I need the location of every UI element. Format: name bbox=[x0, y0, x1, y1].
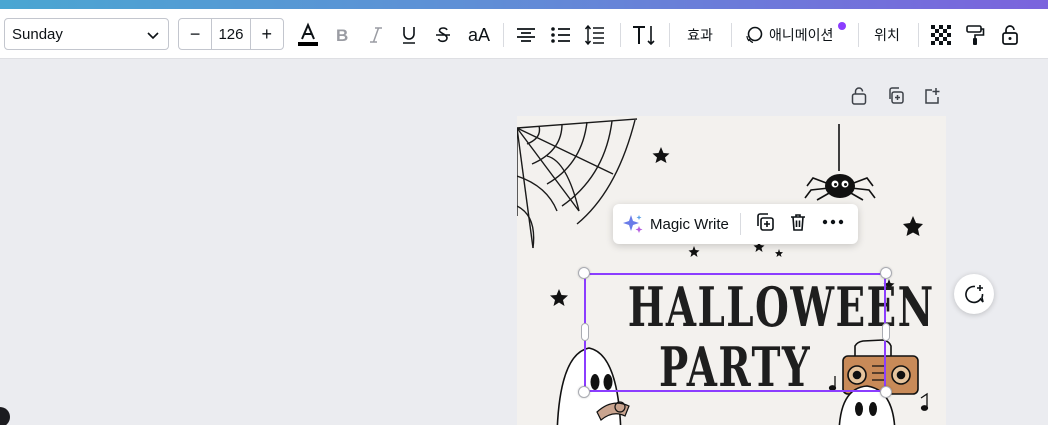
bulleted-list-button[interactable] bbox=[549, 22, 573, 48]
user-avatar-partial[interactable] bbox=[0, 407, 10, 425]
text-toolbar: Sunday − 126 + B aA 효과 애니메이션 위치 bbox=[0, 9, 1048, 59]
resize-handle-bottom-left[interactable] bbox=[578, 386, 590, 398]
font-size-stepper: − 126 + bbox=[178, 18, 284, 50]
copy-style-button[interactable] bbox=[963, 22, 987, 48]
sparkle-icon bbox=[623, 215, 643, 233]
unlock-icon bbox=[851, 87, 867, 105]
duplicate-page-button[interactable] bbox=[887, 86, 905, 111]
align-center-button[interactable] bbox=[514, 22, 538, 48]
text-color-icon bbox=[298, 22, 318, 46]
vertical-text-button[interactable] bbox=[630, 22, 658, 48]
underline-button[interactable] bbox=[399, 22, 419, 48]
resize-handle-top-right[interactable] bbox=[880, 267, 892, 279]
resize-handle-left[interactable] bbox=[581, 323, 589, 341]
page-lock-button[interactable] bbox=[850, 86, 868, 111]
add-page-icon bbox=[925, 88, 940, 104]
italic-button[interactable] bbox=[366, 22, 386, 48]
bullet-list-icon bbox=[551, 27, 570, 43]
resize-handle-bottom-right[interactable] bbox=[880, 386, 892, 398]
popup-divider bbox=[739, 213, 741, 235]
comment-add-icon bbox=[965, 285, 984, 304]
font-size-input[interactable]: 126 bbox=[211, 19, 251, 49]
svg-text:B: B bbox=[336, 26, 348, 44]
duplicate-icon bbox=[889, 87, 904, 104]
animate-button[interactable]: 애니메이션 bbox=[744, 22, 846, 48]
unlock-icon bbox=[1002, 25, 1018, 45]
duplicate-icon bbox=[757, 212, 774, 231]
text-direction-icon bbox=[633, 26, 655, 46]
toolbar-divider bbox=[503, 23, 504, 47]
chevron-down-icon bbox=[147, 32, 159, 40]
position-button[interactable]: 위치 bbox=[869, 22, 905, 48]
font-family-dropdown[interactable]: Sunday bbox=[4, 18, 169, 50]
spacing-button[interactable] bbox=[583, 22, 607, 48]
more-horizontal-icon bbox=[822, 219, 844, 224]
delete-button[interactable] bbox=[788, 212, 808, 237]
bold-icon: B bbox=[336, 26, 348, 44]
text-selection-box[interactable] bbox=[584, 273, 886, 392]
duplicate-button[interactable] bbox=[755, 212, 775, 237]
element-context-popup: Magic Write bbox=[613, 204, 858, 244]
strikethrough-icon bbox=[436, 27, 450, 43]
magic-write-label: Magic Write bbox=[650, 215, 729, 233]
trash-icon bbox=[790, 213, 805, 231]
toolbar-divider bbox=[731, 23, 732, 47]
letter-case-button[interactable]: aA bbox=[465, 22, 493, 48]
toolbar-divider bbox=[669, 23, 670, 47]
align-center-icon bbox=[517, 28, 535, 42]
font-family-value: Sunday bbox=[12, 25, 63, 43]
decrease-font-size-button[interactable]: − bbox=[179, 19, 211, 49]
add-page-button[interactable] bbox=[923, 86, 941, 111]
line-spacing-icon bbox=[584, 24, 604, 46]
toolbar-divider bbox=[858, 23, 859, 47]
effects-button[interactable]: 효과 bbox=[682, 22, 718, 48]
magic-write-button[interactable]: Magic Write bbox=[613, 213, 729, 235]
animate-icon bbox=[746, 26, 763, 44]
lock-button[interactable] bbox=[998, 22, 1022, 48]
toolbar-divider bbox=[620, 23, 621, 47]
add-comment-button[interactable] bbox=[954, 274, 994, 314]
text-color-button[interactable] bbox=[296, 22, 320, 48]
paint-roller-icon bbox=[966, 25, 985, 45]
toolbar-divider bbox=[918, 23, 919, 47]
underline-icon bbox=[403, 27, 415, 44]
italic-icon bbox=[370, 27, 382, 43]
strikethrough-button[interactable] bbox=[433, 22, 453, 48]
transparency-icon bbox=[931, 25, 951, 45]
transparency-button[interactable] bbox=[929, 22, 953, 48]
increase-font-size-button[interactable]: + bbox=[251, 19, 283, 49]
animate-label: 애니메이션 bbox=[769, 27, 834, 43]
bold-button[interactable]: B bbox=[332, 22, 352, 48]
more-options-button[interactable] bbox=[822, 212, 844, 237]
resize-handle-right[interactable] bbox=[882, 323, 890, 341]
new-feature-dot bbox=[838, 22, 846, 30]
resize-handle-top-left[interactable] bbox=[578, 267, 590, 279]
editor-top-gradient-bar bbox=[0, 0, 1048, 9]
